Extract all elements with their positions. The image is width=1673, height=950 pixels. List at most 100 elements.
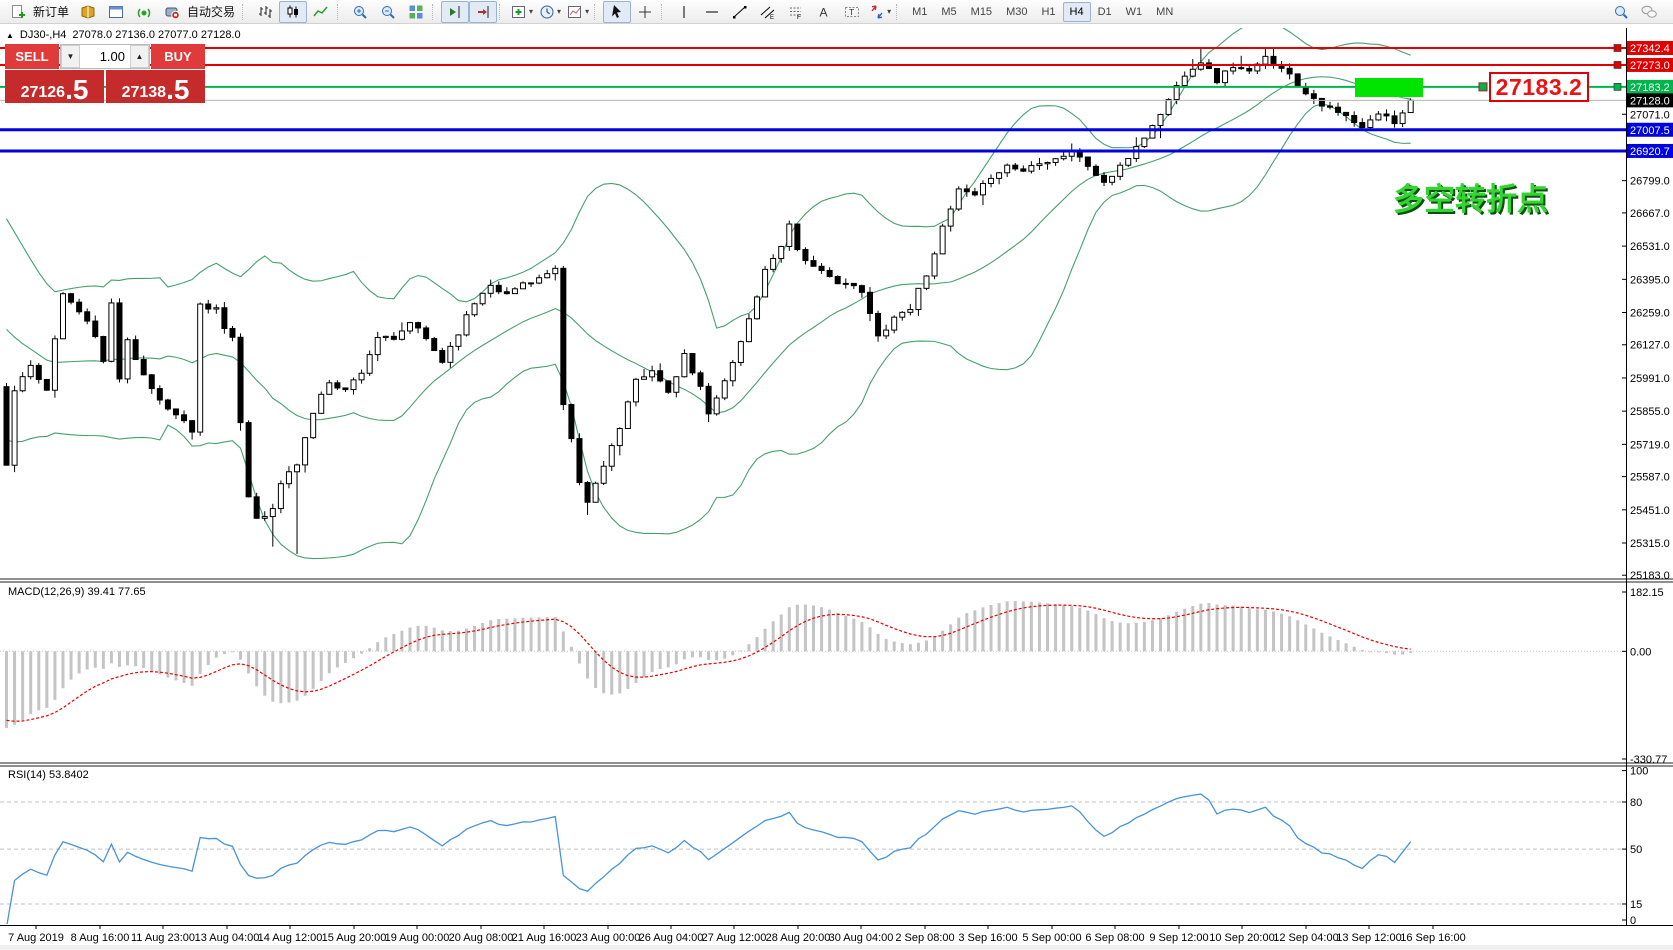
auto-scroll-icon xyxy=(475,4,491,20)
volume-input[interactable]: 1.00 xyxy=(80,45,130,68)
price-callout-box[interactable]: 27183.2 xyxy=(1489,72,1589,102)
trendline-button[interactable] xyxy=(726,1,754,23)
sell-button[interactable]: SELL xyxy=(5,44,59,69)
svg-text:27071.0: 27071.0 xyxy=(1630,109,1670,121)
vertical-line-button[interactable] xyxy=(670,1,698,23)
chevron-down-icon: ▾ xyxy=(529,7,533,16)
timeframe-h1[interactable]: H1 xyxy=(1034,2,1062,22)
sell-price-display[interactable]: 27126.5 xyxy=(5,70,104,103)
symbol-title: DJ30-,H4 xyxy=(20,29,66,41)
svg-text:F: F xyxy=(797,14,801,20)
template-button[interactable]: ▾ xyxy=(564,1,592,23)
svg-text:E: E xyxy=(770,15,774,20)
svg-text:6 Sep 08:00: 6 Sep 08:00 xyxy=(1085,932,1144,944)
bar-chart-button[interactable] xyxy=(251,1,279,23)
svg-text:27183.2: 27183.2 xyxy=(1630,82,1670,94)
volume-down-button[interactable]: ▼ xyxy=(61,45,80,68)
line-chart-button[interactable] xyxy=(307,1,335,23)
svg-text:5 Sep 00:00: 5 Sep 00:00 xyxy=(1022,932,1081,944)
signal-button[interactable] xyxy=(130,1,158,23)
svg-text:100: 100 xyxy=(1630,766,1648,778)
svg-text:26259.0: 26259.0 xyxy=(1630,308,1670,320)
svg-text:27007.5: 27007.5 xyxy=(1630,125,1670,137)
chat-button[interactable] xyxy=(1635,1,1663,23)
timeframe-m15[interactable]: M15 xyxy=(964,2,999,22)
horizontal-line-button[interactable] xyxy=(698,1,726,23)
svg-text:3 Sep 16:00: 3 Sep 16:00 xyxy=(958,932,1017,944)
auto-scroll-button[interactable] xyxy=(469,1,497,23)
svg-text:25587.0: 25587.0 xyxy=(1630,472,1670,484)
timeframe-mn[interactable]: MN xyxy=(1149,2,1180,22)
data-window-button[interactable] xyxy=(102,1,130,23)
indicators-button[interactable]: ▾ xyxy=(508,1,536,23)
new-order-label[interactable]: 新订单 xyxy=(33,3,69,20)
buy-price-display[interactable]: 27138.5 xyxy=(106,70,205,103)
toolbar-separator xyxy=(661,4,666,20)
chart-canvas[interactable]: 27071.026799.026667.026531.026395.026259… xyxy=(0,0,1673,950)
timeframe-m5[interactable]: M5 xyxy=(934,2,963,22)
arrows-icon xyxy=(869,4,885,20)
text-button[interactable]: A xyxy=(810,1,838,23)
bar-chart-icon xyxy=(257,4,273,20)
macd-layer xyxy=(0,601,1626,728)
new-order-button[interactable] xyxy=(4,1,32,23)
svg-text:7 Aug 2019: 7 Aug 2019 xyxy=(8,932,64,944)
market-book-button[interactable] xyxy=(74,1,102,23)
svg-text:27128.0: 27128.0 xyxy=(1630,95,1670,107)
buy-button[interactable]: BUY xyxy=(151,44,205,69)
timeframe-m30[interactable]: M30 xyxy=(999,2,1034,22)
fibonacci-button[interactable]: F xyxy=(782,1,810,23)
tile-windows-button[interactable] xyxy=(402,1,430,23)
book-icon xyxy=(80,4,96,20)
toolbar-separator xyxy=(432,4,437,20)
zoom-in-button[interactable] xyxy=(346,1,374,23)
zoom-in-icon xyxy=(352,4,368,20)
turning-point-note[interactable]: 多空转折点 xyxy=(1393,174,1548,219)
doc-plus-icon xyxy=(10,4,26,20)
crosshair-button[interactable] xyxy=(631,1,659,23)
chart-shift-button[interactable] xyxy=(441,1,469,23)
candle-chart-button[interactable] xyxy=(279,1,307,23)
svg-text:16 Sep 16:00: 16 Sep 16:00 xyxy=(1400,932,1465,944)
zoom-out-icon xyxy=(380,4,396,20)
timeframe-bar: M1M5M15M30H1H4D1W1MN xyxy=(905,2,1180,22)
svg-text:12 Sep 04:00: 12 Sep 04:00 xyxy=(1273,932,1338,944)
channel-button[interactable]: E xyxy=(754,1,782,23)
level-lines xyxy=(0,45,1626,151)
svg-text:25451.0: 25451.0 xyxy=(1630,505,1670,517)
timeframe-clock-button[interactable]: ▾ xyxy=(536,1,564,23)
svg-text:27273.0: 27273.0 xyxy=(1630,60,1670,72)
volume-stepper: ▼ 1.00 ▲ xyxy=(60,44,150,69)
auto-trading-button[interactable] xyxy=(158,1,186,23)
svg-text:26531.0: 26531.0 xyxy=(1630,241,1670,253)
window-bottom-strip xyxy=(0,945,1673,950)
svg-text:0: 0 xyxy=(1630,915,1636,927)
svg-text:27 Aug 12:00: 27 Aug 12:00 xyxy=(702,932,767,944)
line-chart-icon xyxy=(313,4,329,20)
cursor-button[interactable] xyxy=(603,1,631,23)
svg-text:A: A xyxy=(820,5,828,19)
search-button[interactable] xyxy=(1607,1,1635,23)
zoom-out-button[interactable] xyxy=(374,1,402,23)
svg-text:21 Aug 16:00: 21 Aug 16:00 xyxy=(512,932,577,944)
window-icon xyxy=(108,4,124,20)
volume-up-button[interactable]: ▲ xyxy=(130,45,149,68)
auto-trading-label[interactable]: 自动交易 xyxy=(187,3,235,20)
svg-text:2 Sep 08:00: 2 Sep 08:00 xyxy=(895,932,954,944)
svg-text:27342.4: 27342.4 xyxy=(1630,43,1670,55)
arrows-button[interactable]: ▾ xyxy=(866,1,894,23)
timeframe-m1[interactable]: M1 xyxy=(905,2,934,22)
text-label-button[interactable]: T xyxy=(838,1,866,23)
text-a-icon: A xyxy=(816,4,832,20)
svg-text:14 Aug 12:00: 14 Aug 12:00 xyxy=(258,932,323,944)
chevron-down-icon: ▾ xyxy=(557,7,561,16)
svg-text:25719.0: 25719.0 xyxy=(1630,439,1670,451)
toolbar-separator xyxy=(594,4,599,20)
collapse-triangle-icon[interactable]: ▲ xyxy=(6,31,14,40)
timeframe-w1[interactable]: W1 xyxy=(1119,2,1150,22)
toolbar-separator xyxy=(337,4,342,20)
svg-text:9 Sep 12:00: 9 Sep 12:00 xyxy=(1149,932,1208,944)
svg-text:15 Aug 20:00: 15 Aug 20:00 xyxy=(322,932,387,944)
timeframe-h4[interactable]: H4 xyxy=(1063,2,1091,22)
timeframe-d1[interactable]: D1 xyxy=(1091,2,1119,22)
